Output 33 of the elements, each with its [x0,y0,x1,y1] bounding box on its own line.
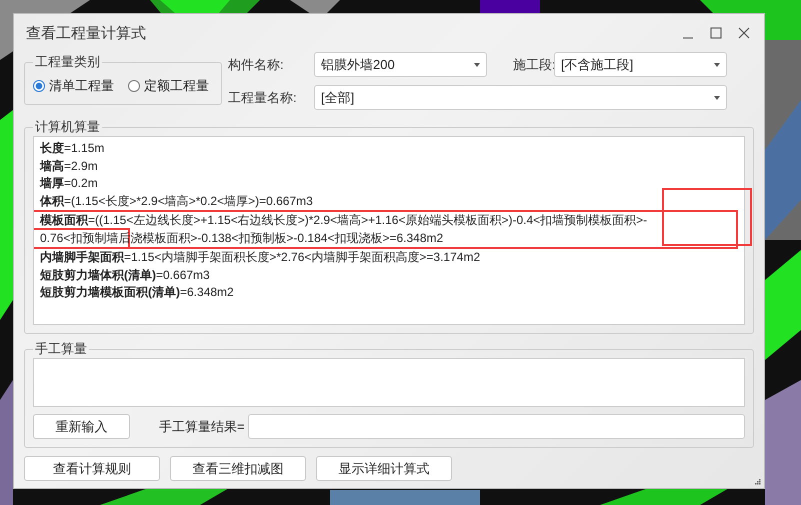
formula-line: 短肢剪力墙模板面积(清单)=6.348m2 [40,284,235,301]
resize-grip-icon[interactable] [755,479,761,485]
dropdown-field[interactable]: [全部] [314,85,727,110]
reset-button[interactable]: 重新输入 [33,414,130,439]
group-title: 手工算量 [34,340,88,358]
formula-line: 长度=1.15m [40,140,106,157]
dropdown-field[interactable]: [不含施工段] [554,52,727,77]
formula-line: 短肢剪力墙体积(清单)=0.667m3 [40,266,211,284]
field-label: 工程量名称: [228,88,298,106]
caret-icon [714,96,720,100]
close-icon[interactable] [738,27,750,39]
action-button[interactable]: 查看计算规则 [24,456,160,481]
field-label: 构件名称: [228,56,285,74]
formula-line: 墙高=2.9m [40,158,99,174]
action-button[interactable]: 查看三维扣减图 [170,456,306,481]
formula-line: 墙厚=0.2m [40,175,99,192]
maximize-icon[interactable] [710,27,722,39]
group-title: 工程量类别 [34,53,101,71]
radio-button[interactable] [33,80,45,92]
caret-icon [714,62,720,66]
radio-option[interactable]: 清单工程量 [33,77,114,95]
action-button[interactable]: 显示详细计算式 [316,456,452,481]
dropdown-field[interactable]: 铝膜外墙200 [314,52,487,77]
result-label: 手工算量结果= [159,418,245,436]
radio-option[interactable]: 定额工程量 [128,77,209,95]
group-title: 计算机算量 [34,118,101,136]
result-field[interactable] [248,414,745,439]
formula-line: 体积=(1.15<长度>*2.9<墙高>*0.2<墙厚>)=0.667m3 [40,192,314,210]
manual-input-field[interactable] [33,358,745,407]
caret-icon [474,62,480,66]
window-title: 查看工程量计算式 [25,24,146,42]
radio-button[interactable] [128,80,140,92]
formula-line: 内墙脚手架面积=1.15<内墙脚手架面积长度>*2.76<内墙脚手架面积高度>=3.174m2 [40,249,482,266]
